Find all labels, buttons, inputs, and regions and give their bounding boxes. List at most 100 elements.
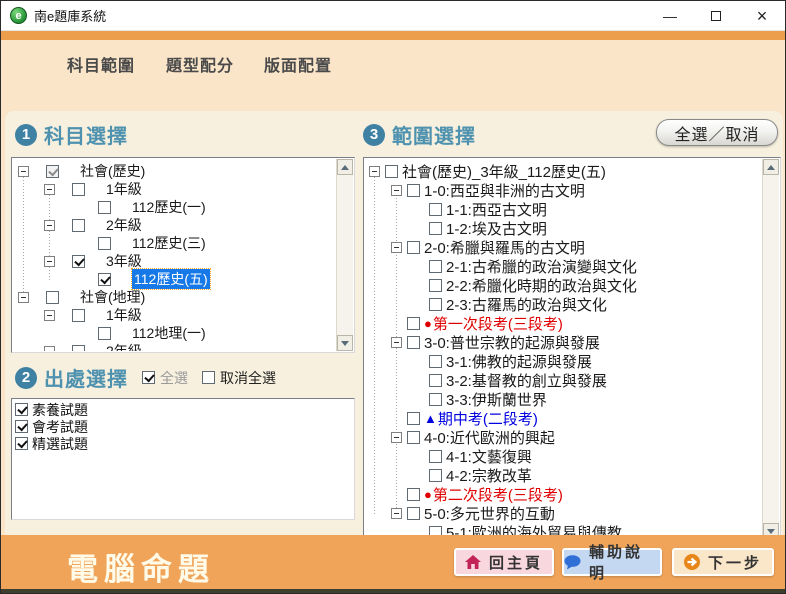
tree-item[interactable]: 1年級 (13, 306, 336, 324)
tree-checkbox[interactable] (72, 183, 85, 196)
tree-item[interactable]: 112歷史(一) (13, 198, 336, 216)
expander-minus-icon[interactable] (44, 346, 55, 352)
tree-checkbox[interactable] (429, 203, 442, 216)
close-button[interactable]: × (739, 1, 785, 31)
tree-item[interactable]: 3-2:基督教的創立與發展 (365, 371, 762, 390)
select-all-checkbox[interactable] (142, 371, 155, 384)
expander-minus-icon[interactable] (44, 256, 55, 267)
subject-tree-scrollbar[interactable] (336, 159, 353, 351)
range-tree-scrollbar[interactable] (762, 159, 779, 539)
tree-checkbox[interactable] (46, 291, 59, 304)
tree-checkbox[interactable] (407, 317, 420, 330)
tree-item[interactable]: 社會(地理) (13, 288, 336, 306)
expander-minus-icon[interactable] (44, 310, 55, 321)
tree-item-label: 4-1:文藝復興 (446, 446, 532, 467)
tree-item[interactable]: 4-1:文藝復興 (365, 447, 762, 466)
tree-item-label: 112歷史(五) (132, 269, 210, 289)
tree-checkbox[interactable] (72, 345, 85, 352)
expander-minus-icon[interactable] (18, 292, 29, 303)
expander-minus-icon[interactable] (18, 166, 29, 177)
source-item-checkbox[interactable] (15, 420, 28, 433)
tree-item-label: 112歷史(三) (132, 233, 206, 253)
scroll-up-button[interactable] (337, 159, 353, 175)
tree-checkbox[interactable] (98, 237, 111, 250)
source-list-item[interactable]: 素養試題 (12, 401, 354, 418)
tree-item[interactable]: 5-0:多元世界的互動 (365, 504, 762, 523)
tree-item[interactable]: 3-3:伊斯蘭世界 (365, 390, 762, 409)
tree-checkbox[interactable] (429, 393, 442, 406)
next-step-button[interactable]: 下一步 (672, 548, 774, 576)
maximize-button[interactable] (693, 1, 739, 31)
expander-minus-icon[interactable] (391, 508, 402, 519)
tree-checkbox[interactable] (429, 450, 442, 463)
tree-checkbox[interactable] (407, 412, 420, 425)
subject-section-header: 1 科目選擇 (15, 120, 128, 149)
tree-item[interactable]: 社會(歷史)_3年級_112歷史(五) (365, 162, 762, 181)
expander-minus-icon[interactable] (391, 242, 402, 253)
minimize-button[interactable]: — (647, 1, 693, 31)
home-button[interactable]: 回主頁 (454, 548, 554, 576)
tree-checkbox[interactable] (429, 260, 442, 273)
tree-checkbox[interactable] (429, 298, 442, 311)
expander-minus-icon[interactable] (391, 337, 402, 348)
tree-checkbox[interactable] (429, 355, 442, 368)
tree-item[interactable]: 2年級 (13, 342, 336, 351)
tree-item[interactable]: 2-3:古羅馬的政治與文化 (365, 295, 762, 314)
tree-item[interactable]: 112歷史(五) (13, 270, 336, 288)
tree-item[interactable]: ●第一次段考(三段考) (365, 314, 762, 333)
tree-checkbox[interactable] (407, 241, 420, 254)
select-all-toggle-button[interactable]: 全選／取消 (656, 119, 778, 146)
tree-checkbox[interactable] (407, 488, 420, 501)
tree-checkbox[interactable] (407, 184, 420, 197)
tree-checkbox[interactable] (407, 431, 420, 444)
tree-checkbox[interactable] (429, 374, 442, 387)
deselect-all-checkbox-group[interactable]: 取消全選 (202, 368, 276, 388)
tree-item[interactable]: 1年級 (13, 180, 336, 198)
tree-checkbox[interactable] (46, 165, 59, 178)
tree-item[interactable]: 112歷史(三) (13, 234, 336, 252)
tree-item[interactable]: 4-2:宗教改革 (365, 466, 762, 485)
tree-item[interactable]: 1-2:埃及古文明 (365, 219, 762, 238)
expander-minus-icon[interactable] (44, 220, 55, 231)
tree-checkbox[interactable] (429, 222, 442, 235)
tree-item[interactable]: ▲期中考(二段考) (365, 409, 762, 428)
expander-minus-icon[interactable] (369, 166, 380, 177)
source-item-checkbox[interactable] (15, 437, 28, 450)
deselect-all-checkbox[interactable] (202, 371, 215, 384)
tree-checkbox[interactable] (98, 327, 111, 340)
expander-minus-icon[interactable] (391, 185, 402, 196)
tree-item[interactable]: 112地理(一) (13, 324, 336, 342)
expander-minus-icon[interactable] (44, 184, 55, 195)
tree-item[interactable]: 3年級 (13, 252, 336, 270)
tree-item[interactable]: 3-0:普世宗教的起源與發展 (365, 333, 762, 352)
tree-checkbox[interactable] (407, 507, 420, 520)
tree-item[interactable]: 2-2:希臘化時期的政治與文化 (365, 276, 762, 295)
tree-item[interactable]: 2年級 (13, 216, 336, 234)
tree-item[interactable]: ●第二次段考(三段考) (365, 485, 762, 504)
source-list-item[interactable]: 會考試題 (12, 418, 354, 435)
tree-checkbox[interactable] (385, 165, 398, 178)
select-all-checkbox-group[interactable]: 全選 (142, 368, 188, 388)
source-item-checkbox[interactable] (15, 403, 28, 416)
scroll-down-button[interactable] (337, 335, 353, 351)
tree-item[interactable]: 1-0:西亞與非洲的古文明 (365, 181, 762, 200)
tree-item[interactable]: 社會(歷史) (13, 162, 336, 180)
tree-checkbox[interactable] (429, 279, 442, 292)
tree-item[interactable]: 2-1:古希臘的政治演變與文化 (365, 257, 762, 276)
tree-checkbox[interactable] (72, 219, 85, 232)
tree-item[interactable]: 4-0:近代歐洲的興起 (365, 428, 762, 447)
tree-item[interactable]: 2-0:希臘與羅馬的古文明 (365, 238, 762, 257)
subject-section-title: 科目選擇 (44, 120, 128, 149)
tree-item[interactable]: 3-1:佛教的起源與發展 (365, 352, 762, 371)
scroll-up-button[interactable] (763, 159, 779, 175)
tree-checkbox[interactable] (72, 309, 85, 322)
expander-minus-icon[interactable] (391, 432, 402, 443)
tree-checkbox[interactable] (429, 469, 442, 482)
tree-checkbox[interactable] (72, 255, 85, 268)
tree-checkbox[interactable] (98, 273, 111, 286)
tree-checkbox[interactable] (98, 201, 111, 214)
help-button[interactable]: 輔助說明 (562, 548, 662, 576)
source-list-item[interactable]: 精選試題 (12, 435, 354, 452)
tree-item[interactable]: 1-1:西亞古文明 (365, 200, 762, 219)
tree-checkbox[interactable] (407, 336, 420, 349)
